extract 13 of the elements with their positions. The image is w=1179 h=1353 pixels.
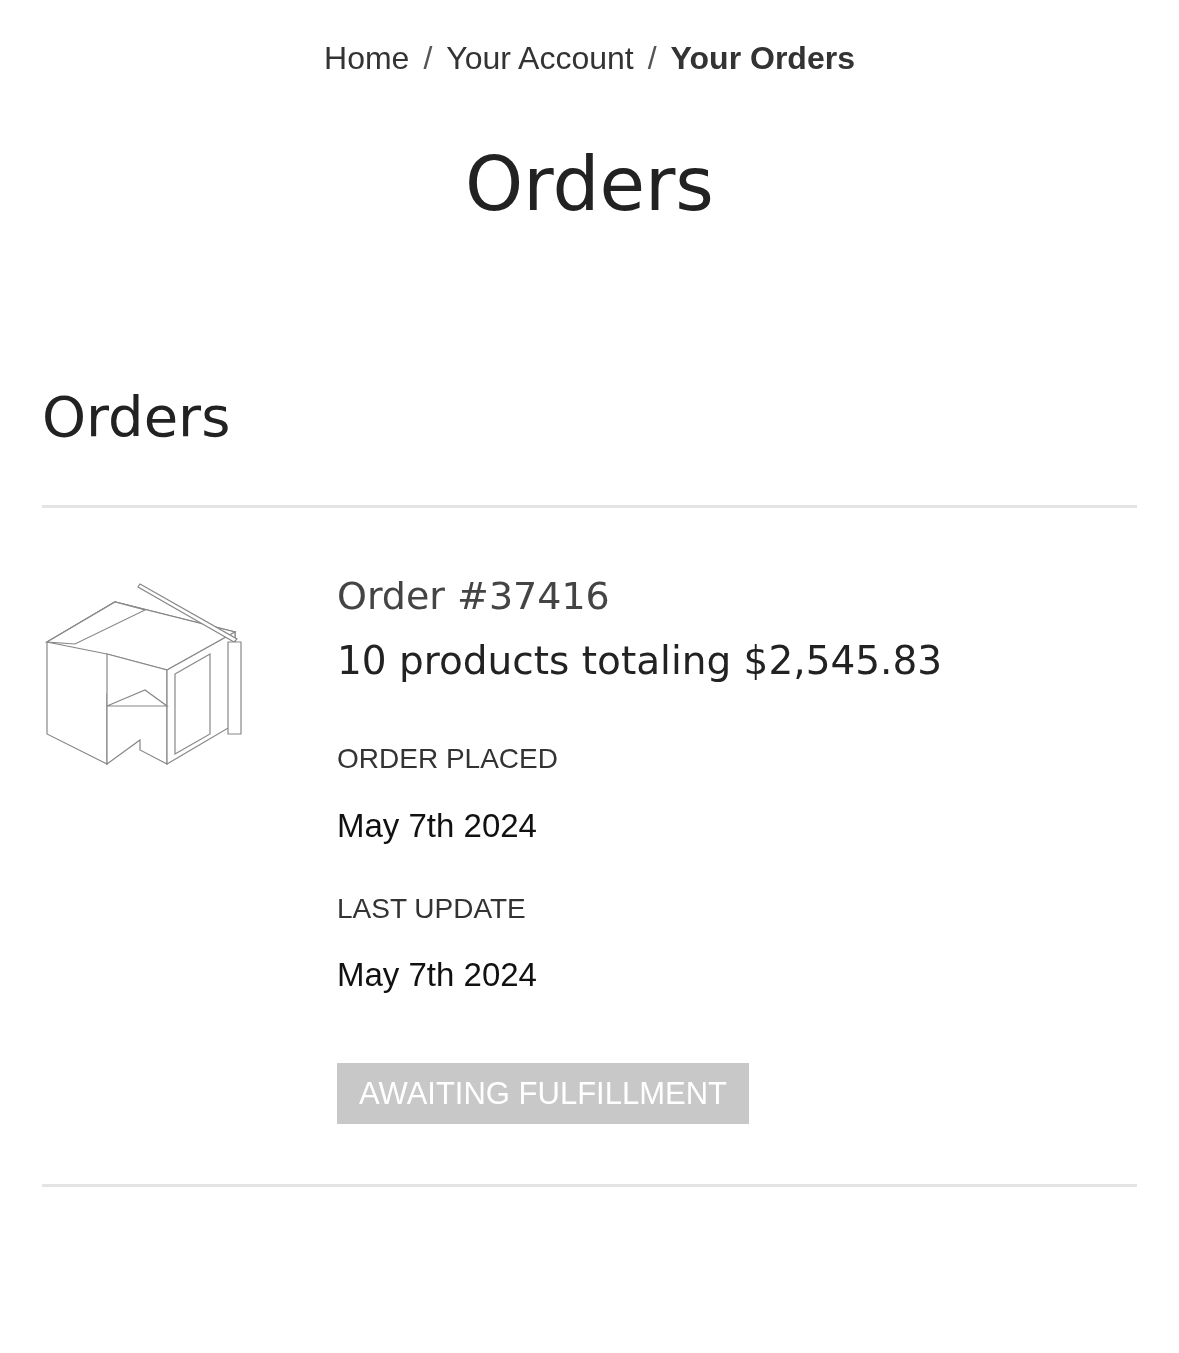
order-summary: 10 products totaling $2,545.83 (337, 637, 943, 685)
field-value: May 7th 2024 (337, 806, 537, 846)
breadcrumb-link[interactable]: Your Orders (670, 40, 855, 77)
section-title: Orders (42, 389, 232, 445)
field-label: ORDER PLACED (337, 742, 558, 776)
breadcrumb-separator: / (647, 40, 657, 77)
order-number: Order #37416 (337, 574, 610, 620)
field-value: May 7th 2024 (337, 955, 537, 995)
breadcrumb-link[interactable]: Home (324, 40, 410, 77)
page-title: Orders (464, 147, 715, 221)
breadcrumb-separator: / (423, 40, 433, 77)
breadcrumb-link[interactable]: Your Account (446, 40, 634, 77)
field-label: LAST UPDATE (337, 891, 526, 926)
